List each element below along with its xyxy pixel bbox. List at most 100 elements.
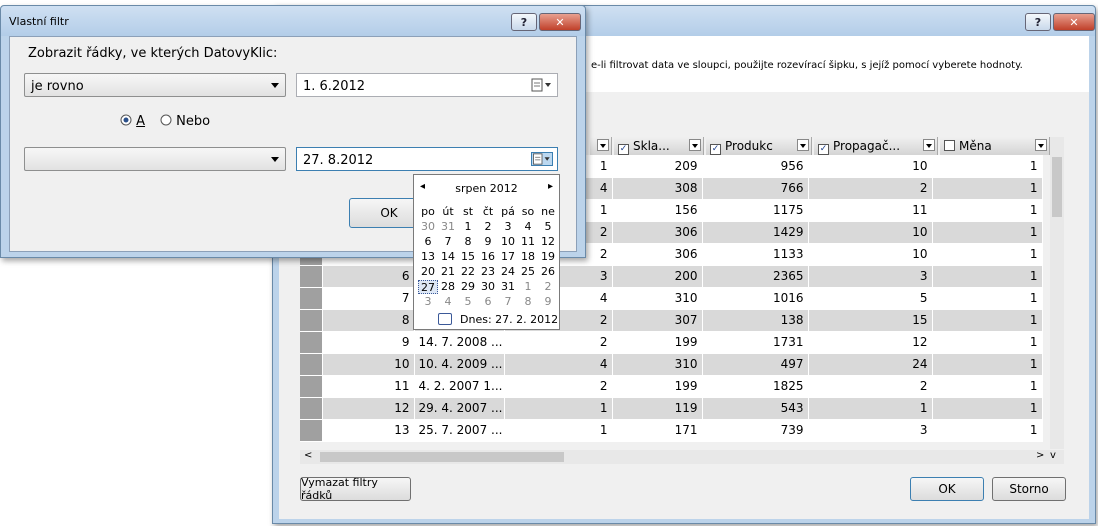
calendar-day[interactable]: 30 [418,220,438,234]
value2-date-field[interactable]: 27. 8.2012 [296,147,558,171]
operator1-select[interactable]: je rovno [24,73,286,97]
column-header-propagace[interactable]: ✓ Propagač... [814,137,938,155]
table-cell: 13 [322,419,415,442]
calendar-day[interactable]: 8 [458,235,478,249]
calendar-day[interactable]: 10 [498,235,518,249]
calendar-icon[interactable] [531,152,553,166]
table-cell: 11 [322,375,415,398]
weekday-label: pá [501,205,515,218]
calendar-day[interactable]: 31 [498,280,518,294]
vertical-scrollbar[interactable] [1050,137,1064,449]
table-row[interactable]: 12 29. 4. 2007 ... 1 119 543 1 1 [300,397,1043,420]
calendar-day[interactable]: 30 [478,280,498,294]
column-header-mena[interactable]: Měna [940,137,1050,155]
calendar-day[interactable]: 8 [518,295,538,309]
calendar-day[interactable]: 13 [418,250,438,264]
scroll-left-icon[interactable]: < [304,450,312,461]
table-cell: 1825 [702,375,809,398]
close-button[interactable]: ✕ [1053,13,1095,31]
calendar-day[interactable]: 4 [438,295,458,309]
calendar-day[interactable]: 5 [458,295,478,309]
weekday-label: po [421,205,435,218]
calendar-day[interactable]: 23 [478,265,498,279]
table-cell: 1 [808,397,933,420]
table-cell: 1 [504,419,613,442]
table-cell: 9 [322,331,415,354]
calendar-day[interactable]: 15 [458,250,478,264]
next-month-icon[interactable]: ▸ [548,181,553,192]
calendar-day[interactable]: 28 [438,280,458,294]
calendar-day[interactable]: 26 [538,265,558,279]
table-row[interactable]: 11 4. 2. 2007 1... 2 199 1825 2 1 [300,375,1043,398]
clear-filters-button[interactable]: Vymazat filtry řádků [300,476,411,502]
table-cell: 209 [612,155,703,178]
table-row[interactable]: 13 25. 7. 2007 ... 1 171 739 3 1 [300,419,1043,442]
calendar-day[interactable]: 17 [498,250,518,264]
checkbox-icon[interactable]: ✓ [818,144,829,155]
scroll-down-icon[interactable]: v [1050,450,1056,461]
calendar-day[interactable]: 1 [458,220,478,234]
calendar-day[interactable]: 9 [478,235,498,249]
calendar-day[interactable]: 12 [538,235,558,249]
calendar-day[interactable]: 21 [438,265,458,279]
close-button[interactable]: ✕ [539,13,581,31]
calendar-icon[interactable] [531,78,553,92]
help-button[interactable]: ? [511,13,537,31]
calendar-day[interactable]: 3 [418,295,438,309]
calendar-day[interactable]: 6 [478,295,498,309]
calendar-day[interactable]: 2 [538,280,558,294]
radio-or[interactable]: Nebo [160,114,210,129]
table-cell: 1 [932,265,1043,288]
table-row[interactable]: 8 2 307 138 15 1 [300,309,1043,332]
today-link[interactable]: Dnes: 27. 2. 2012 [460,313,558,326]
value1-date-field[interactable]: 1. 6.2012 [296,73,558,97]
calendar-day[interactable]: 2 [478,220,498,234]
table-cell: 3 [808,419,933,442]
calendar-day[interactable]: 25 [518,265,538,279]
ok-button[interactable]: OK [910,477,984,501]
calendar-month[interactable]: srpen 2012 [414,182,559,195]
scroll-thumb-h[interactable] [320,452,564,462]
calendar-day[interactable]: 14 [438,250,458,264]
operator2-select[interactable] [24,147,286,171]
checkbox-icon[interactable]: ✓ [618,144,629,155]
horizontal-scrollbar[interactable]: < > v [300,450,1064,464]
calendar-day[interactable]: 24 [498,265,518,279]
radio-icon[interactable] [160,114,172,126]
column-header-sklad[interactable]: ✓ Skla... [614,137,704,155]
calendar-day[interactable]: 5 [538,220,558,234]
calendar-day[interactable]: 7 [438,235,458,249]
scroll-thumb[interactable] [1052,157,1062,217]
calendar-day[interactable]: 27 [418,280,438,294]
calendar-day[interactable]: 9 [538,295,558,309]
calendar-day[interactable]: 18 [518,250,538,264]
radio-selected-icon[interactable] [120,114,132,126]
calendar-day[interactable]: 6 [418,235,438,249]
info-text: e-li filtrovat data ve sloupci, použijte… [591,60,1023,71]
table-cell: 24 [808,353,933,376]
calendar-day[interactable]: 19 [538,250,558,264]
calendar-day[interactable]: 3 [498,220,518,234]
table-row[interactable]: 10 10. 4. 2009 ... 4 310 497 24 1 [300,353,1043,376]
calendar-day[interactable]: 29 [458,280,478,294]
scroll-right-icon[interactable]: > [1036,450,1044,461]
radio-and[interactable]: A [120,114,145,129]
table-row[interactable]: 9 14. 7. 2008 ... 2 199 1731 12 1 [300,331,1043,354]
calendar-day[interactable]: 22 [458,265,478,279]
column-header-produkce[interactable]: ✓ Produkc [706,137,812,155]
calendar-day[interactable]: 11 [518,235,538,249]
table-row[interactable]: 7 4 310 1016 5 1 [300,287,1043,310]
calendar-day[interactable]: 4 [518,220,538,234]
calendar-day[interactable]: 31 [438,220,458,234]
checkbox-icon[interactable] [944,140,955,151]
calendar-day[interactable]: 1 [518,280,538,294]
calendar-day[interactable]: 16 [478,250,498,264]
calendar-day[interactable]: 20 [418,265,438,279]
calendar-day[interactable]: 7 [498,295,518,309]
weekday-label: út [442,205,454,218]
cancel-button[interactable]: Storno [992,477,1066,501]
table-row[interactable]: 6 3 200 2365 3 1 [300,265,1043,288]
checkbox-icon[interactable]: ✓ [710,144,721,155]
help-button[interactable]: ? [1025,13,1051,31]
column-header-left[interactable] [590,137,612,155]
